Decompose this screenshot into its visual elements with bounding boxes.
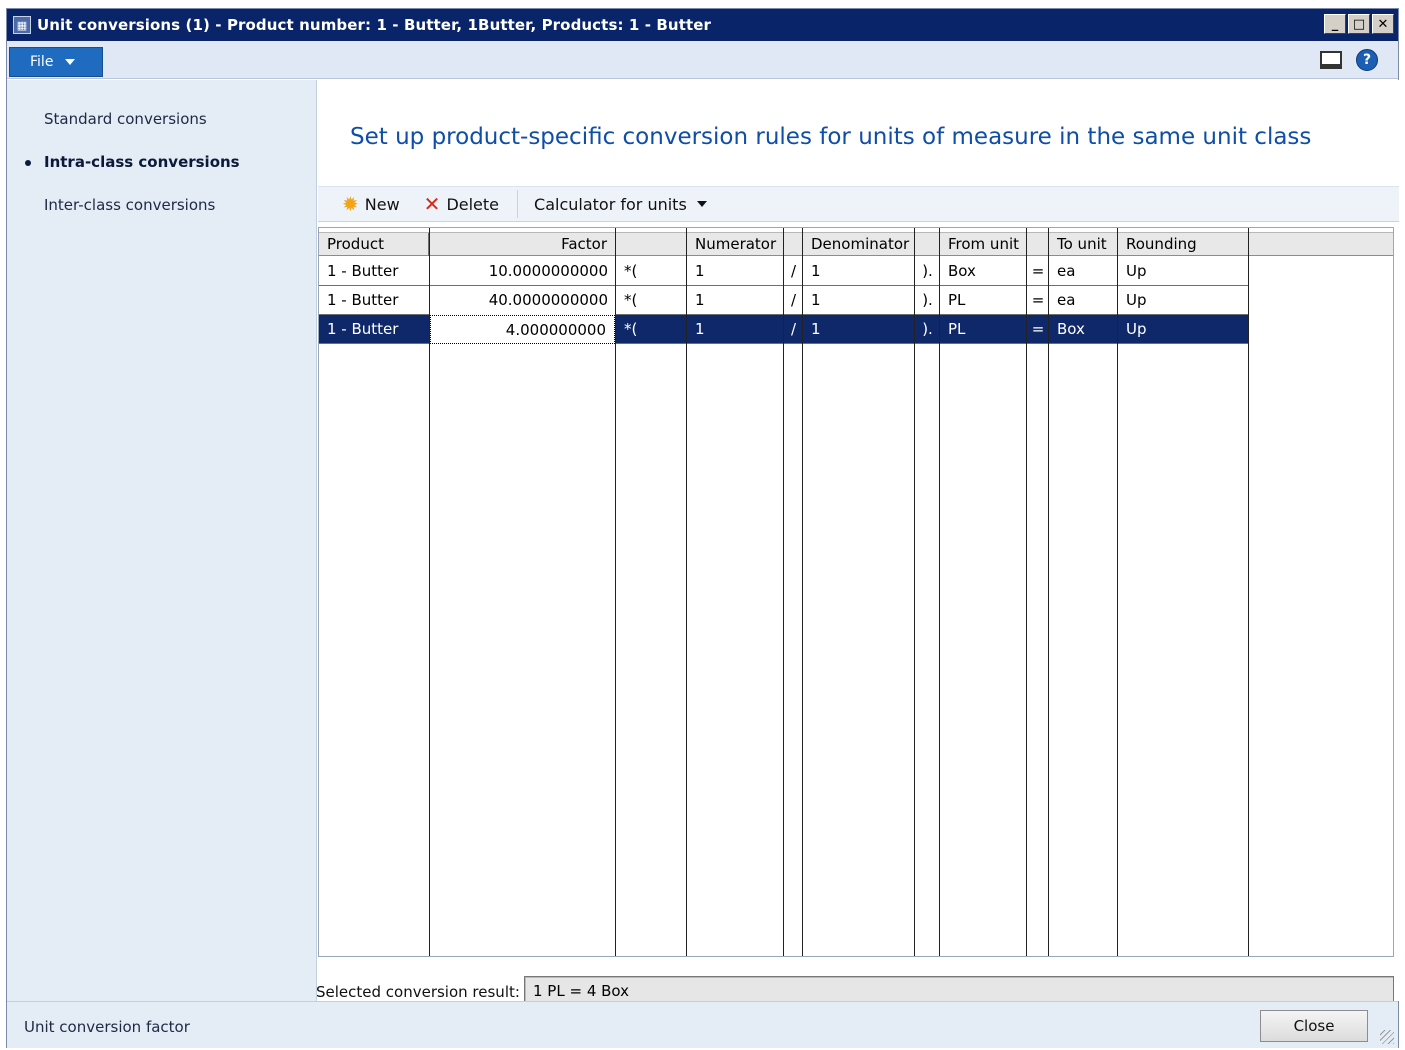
table-row-selected[interactable]: 1 - Butter 4.000000000 *( 1 / 1 ). PL = … <box>319 314 1249 345</box>
column-header-op3[interactable] <box>915 233 940 256</box>
status-text: Unit conversion factor <box>24 1018 190 1036</box>
nav-item-intra-class-conversions[interactable]: Intra-class conversions <box>44 153 240 171</box>
cell-op1: *( <box>624 320 638 338</box>
cell-op2: / <box>790 320 797 338</box>
cell-op1: *( <box>624 291 638 309</box>
delete-button[interactable]: ✕ Delete <box>416 189 507 219</box>
calculator-label: Calculator for units <box>534 194 687 214</box>
cell-factor[interactable]: 40.0000000000 <box>429 286 616 315</box>
help-icon[interactable]: ? <box>1356 49 1378 71</box>
grid-header: Product Factor Numerator Denominator Fro… <box>319 232 1393 256</box>
cell-to-unit[interactable]: Box <box>1049 315 1118 344</box>
table-icon: ▦ <box>13 16 31 34</box>
cell-factor-editing[interactable]: 4.000000000 <box>429 314 616 345</box>
column-divider <box>615 228 616 956</box>
action-toolbar: ✹ New ✕ Delete Calculator for units <box>318 186 1399 222</box>
column-header-product[interactable]: Product <box>319 233 429 256</box>
column-divider <box>1026 228 1027 956</box>
calculator-for-units-button[interactable]: Calculator for units <box>526 189 715 219</box>
nav-item-standard-conversions[interactable]: Standard conversions <box>44 110 207 128</box>
cell-rounding[interactable]: Up <box>1118 286 1249 315</box>
cell-op3: ). <box>922 262 933 280</box>
cell-op1: *( <box>624 262 638 280</box>
close-window-button[interactable]: ✕ <box>1372 14 1394 34</box>
new-button[interactable]: ✹ New <box>334 189 408 219</box>
delete-button-label: Delete <box>446 194 500 214</box>
column-header-op1[interactable] <box>616 233 687 256</box>
column-header-from-unit[interactable]: From unit <box>940 233 1027 256</box>
left-navigation: Standard conversions Intra-class convers… <box>7 80 317 1001</box>
cell-denominator[interactable]: 1 <box>803 286 915 315</box>
column-header-numerator[interactable]: Numerator <box>687 233 784 256</box>
column-header-denominator[interactable]: Denominator <box>803 233 915 256</box>
column-divider <box>939 228 940 956</box>
cell-op4: = <box>1031 320 1045 338</box>
column-divider <box>1048 228 1049 956</box>
cell-denominator[interactable]: 1 <box>803 257 915 286</box>
status-bar: Unit conversion factor Close <box>7 1001 1398 1048</box>
new-star-icon: ✹ <box>342 192 359 216</box>
cell-product[interactable]: 1 - Butter <box>319 315 429 344</box>
close-button[interactable]: Close <box>1260 1010 1368 1042</box>
table-row[interactable]: 1 - Butter 40.0000000000 *( 1 / 1 ). PL … <box>319 286 1249 315</box>
cell-product[interactable]: 1 - Butter <box>319 257 429 286</box>
cell-to-unit[interactable]: ea <box>1049 286 1118 315</box>
cell-op4: = <box>1031 291 1045 309</box>
file-menu-button[interactable]: File <box>9 47 103 77</box>
cell-numerator[interactable]: 1 <box>687 286 784 315</box>
maximize-button[interactable]: □ <box>1348 14 1370 34</box>
column-header-op4[interactable] <box>1027 233 1049 256</box>
cell-rounding[interactable]: Up <box>1118 315 1249 344</box>
cell-op3: ). <box>922 291 933 309</box>
cell-from-unit[interactable]: PL <box>940 286 1027 315</box>
column-header-op2[interactable] <box>784 233 803 256</box>
file-menu-label: File <box>30 54 54 70</box>
window-controls: _ □ ✕ <box>1324 14 1394 34</box>
column-divider <box>429 228 430 956</box>
resize-grip-icon[interactable] <box>1380 1030 1394 1044</box>
conversion-grid[interactable]: Product Factor Numerator Denominator Fro… <box>318 227 1394 957</box>
ribbon: File ? <box>7 41 1398 79</box>
active-bullet-icon <box>25 160 31 166</box>
cell-factor[interactable]: 10.0000000000 <box>429 257 616 286</box>
layout-icon[interactable] <box>1320 51 1342 69</box>
table-row[interactable]: 1 - Butter 10.0000000000 *( 1 / 1 ). Box… <box>319 257 1249 286</box>
unit-conversions-window: ▦ Unit conversions (1) - Product number:… <box>6 8 1399 1048</box>
cell-rounding[interactable]: Up <box>1118 257 1249 286</box>
cell-op4: = <box>1031 262 1045 280</box>
toolbar-separator <box>517 190 519 218</box>
chevron-down-icon <box>65 59 76 65</box>
column-divider <box>1117 228 1118 956</box>
cell-op3: ). <box>922 320 933 338</box>
main-content: Set up product-specific conversion rules… <box>316 80 1399 1006</box>
cell-to-unit[interactable]: ea <box>1049 257 1118 286</box>
column-divider <box>914 228 915 956</box>
delete-x-icon: ✕ <box>423 192 441 216</box>
cell-from-unit[interactable]: Box <box>940 257 1027 286</box>
page-title: Set up product-specific conversion rules… <box>350 124 1312 150</box>
column-divider <box>1248 228 1249 956</box>
column-header-rounding[interactable]: Rounding <box>1118 233 1249 256</box>
new-button-label: New <box>364 194 400 214</box>
column-divider <box>783 228 784 956</box>
cell-denominator[interactable]: 1 <box>803 315 915 344</box>
minimize-button[interactable]: _ <box>1324 14 1346 34</box>
column-divider <box>802 228 803 956</box>
nav-item-inter-class-conversions[interactable]: Inter-class conversions <box>44 196 215 214</box>
selected-result-label: Selected conversion result: <box>316 983 520 1001</box>
column-divider <box>686 228 687 956</box>
cell-numerator[interactable]: 1 <box>687 315 784 344</box>
title-bar[interactable]: ▦ Unit conversions (1) - Product number:… <box>7 9 1398 41</box>
column-header-factor[interactable]: Factor <box>429 233 616 256</box>
cell-product[interactable]: 1 - Butter <box>319 286 429 315</box>
column-header-to-unit[interactable]: To unit <box>1049 233 1118 256</box>
window-title: Unit conversions (1) - Product number: 1… <box>37 16 712 34</box>
cell-from-unit[interactable]: PL <box>940 315 1027 344</box>
cell-op2: / <box>790 291 797 309</box>
caret-down-icon <box>696 201 707 207</box>
cell-op2: / <box>790 262 797 280</box>
cell-numerator[interactable]: 1 <box>687 257 784 286</box>
